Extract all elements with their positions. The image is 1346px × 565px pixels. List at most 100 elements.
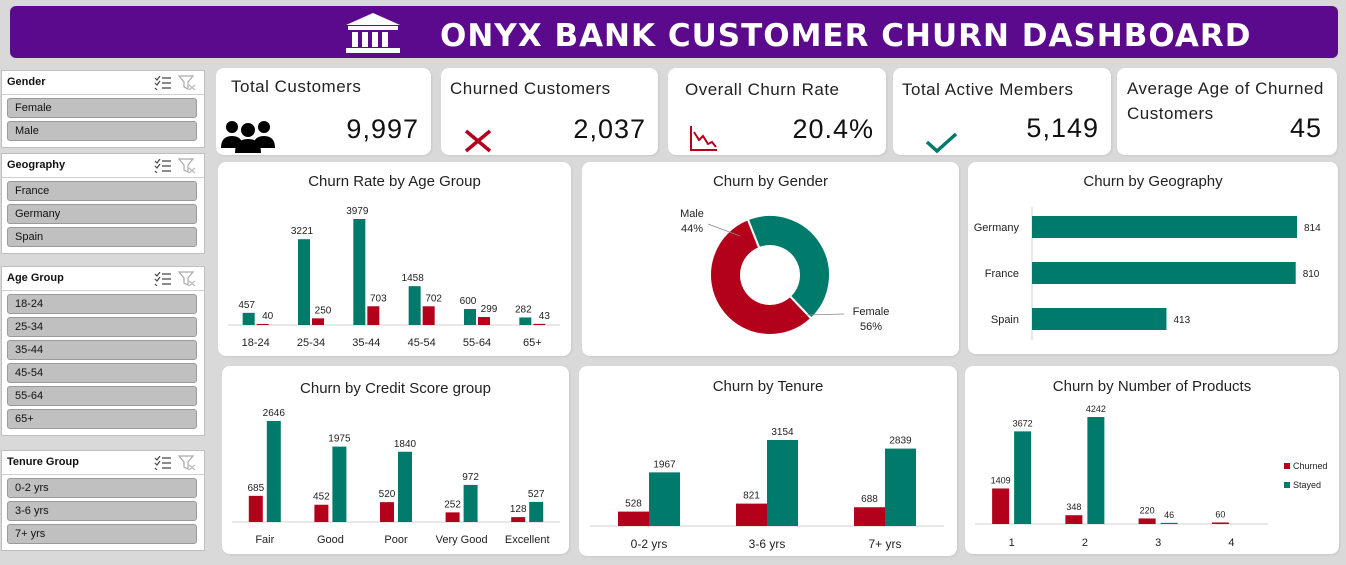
multi-select-icon[interactable] [154, 75, 172, 95]
kpi-value: 2,037 [573, 114, 646, 144]
clear-filter-icon[interactable] [177, 455, 196, 476]
tick-label: 0-2 yrs [631, 537, 668, 551]
bar [1087, 417, 1105, 524]
slice-name-label: Male [680, 208, 704, 220]
tick-label: 3 [1155, 537, 1161, 549]
kpi-value: 9,997 [346, 114, 419, 144]
bar [256, 323, 269, 325]
bar [1032, 216, 1297, 238]
slicer-geography: Geography France Germany Spain [1, 153, 205, 254]
slicer-age-group: Age Group 18-24 25-34 35-44 45-54 55-64 65+ [1, 266, 205, 436]
data-label: 220 [1140, 505, 1155, 515]
tick-label: 18-24 [242, 337, 270, 349]
dashboard-banner: ONYX BANK CUSTOMER CHURN DASHBOARD [10, 6, 1338, 58]
data-label: 600 [460, 296, 477, 307]
legend-label: Stayed [1293, 480, 1321, 490]
slicer-item[interactable]: 0-2 yrs [7, 478, 197, 498]
tenure-chart: 528 1967 0-2 yrs 821 3154 3-6 yrs 688 2839 7+ yr… [590, 427, 944, 551]
check-icon [925, 132, 959, 159]
clear-filter-icon[interactable] [177, 158, 196, 179]
bar [332, 446, 347, 522]
data-label: 40 [262, 311, 274, 322]
tick-label: 2 [1082, 537, 1088, 549]
bar [519, 317, 532, 325]
data-label: 528 [625, 499, 642, 510]
bar [767, 440, 798, 526]
tick-label: 1 [1009, 537, 1015, 549]
bar [398, 451, 412, 522]
slicer-header: Age Group [2, 267, 204, 291]
data-label: 2646 [263, 408, 286, 419]
slicer-item[interactable]: Male [7, 121, 197, 141]
bar [992, 488, 1010, 524]
slice-percent-label: 56% [860, 321, 882, 333]
bar [353, 219, 366, 325]
slicer-item[interactable]: 55-64 [7, 386, 197, 406]
data-label: 1458 [402, 273, 425, 284]
kpi-average-age: Average Age of Churned Customers 45 [1117, 68, 1337, 155]
tick-label: 45-54 [408, 337, 436, 349]
gender-chart-card: Churn by Gender Male 44% Female 56% [582, 162, 959, 356]
slicer-item[interactable]: 7+ yrs [7, 524, 197, 544]
bar [1014, 431, 1032, 524]
slicer-title: Tenure Group [7, 456, 79, 468]
data-label: 3154 [771, 427, 794, 438]
tick-label: Good [317, 534, 344, 546]
slice-percent-label: 44% [681, 223, 703, 235]
slicer-item[interactable]: Female [7, 98, 197, 118]
slicer-header: Tenure Group [2, 451, 204, 475]
kpi-value: 5,149 [1026, 113, 1099, 143]
tick-label: 55-64 [463, 337, 491, 349]
bar [445, 512, 460, 522]
clear-filter-icon[interactable] [177, 271, 196, 292]
geography-chart-card: Churn by Geography 814 Germany 810 France 41… [968, 162, 1338, 354]
tick-label: Germany [974, 222, 1020, 234]
bar [1032, 262, 1296, 284]
data-label: 1967 [653, 459, 676, 470]
age-group-chart: 457 40 18-24 3221 250 25-34 3979 703 35-44 145870… [228, 206, 560, 349]
data-label: 814 [1304, 223, 1321, 234]
bar [422, 306, 435, 325]
bar [885, 448, 916, 526]
decline-chart-icon [689, 124, 719, 157]
kpi-total-customers: Total Customers 9,997 [216, 68, 431, 155]
slicer-item[interactable]: 25-34 [7, 317, 197, 337]
tick-label: Very Good [436, 534, 488, 546]
multi-select-icon[interactable] [154, 271, 172, 291]
slicer-item[interactable]: Spain [7, 227, 197, 247]
x-icon [463, 128, 493, 159]
bar [1032, 308, 1167, 330]
data-label: 4242 [1086, 404, 1106, 414]
data-label: 43 [539, 311, 551, 322]
data-label: 3979 [346, 206, 369, 217]
data-label: 3221 [291, 226, 314, 237]
bar [529, 501, 544, 522]
slice-name-label: Female [853, 306, 890, 318]
slicer-item[interactable]: 65+ [7, 409, 197, 429]
tick-label: Poor [384, 534, 408, 546]
data-label: 821 [743, 491, 760, 502]
slicer-item[interactable]: France [7, 181, 197, 201]
bar [1160, 522, 1178, 524]
tick-label: 3-6 yrs [749, 537, 786, 551]
slicer-item[interactable]: Germany [7, 204, 197, 224]
slicer-item[interactable]: 45-54 [7, 363, 197, 383]
products-chart: 1409 3672 1 348 4242 2 220 46 3 60 4 Churned Stayed [975, 404, 1328, 549]
tick-label: 35-44 [352, 337, 380, 349]
bar [367, 306, 380, 325]
data-label: 1840 [394, 439, 417, 450]
slicer-header: Geography [2, 154, 204, 178]
bar [511, 517, 526, 522]
geography-chart: 814 Germany 810 France 413 Spain [974, 207, 1321, 340]
data-label: 282 [515, 304, 532, 315]
slicer-item[interactable]: 18-24 [7, 294, 197, 314]
multi-select-icon[interactable] [154, 455, 172, 475]
multi-select-icon[interactable] [154, 158, 172, 178]
clear-filter-icon[interactable] [177, 75, 196, 96]
slicer-item[interactable]: 3-6 yrs [7, 501, 197, 521]
slicer-item[interactable]: 35-44 [7, 340, 197, 360]
people-icon [220, 118, 276, 159]
kpi-churn-rate: Overall Churn Rate 20.4% [668, 68, 886, 155]
kpi-label: Total Customers [231, 77, 362, 96]
data-label: 520 [379, 489, 396, 500]
